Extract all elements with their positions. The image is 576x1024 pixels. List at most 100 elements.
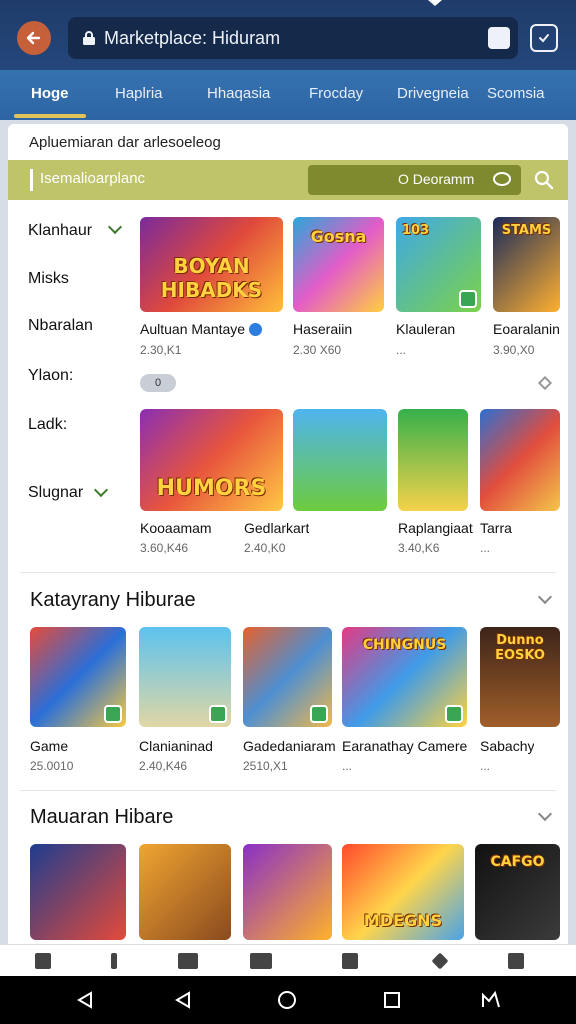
shield-check-icon bbox=[539, 34, 549, 43]
chevron-down-icon[interactable] bbox=[537, 589, 553, 605]
edit-icon[interactable] bbox=[250, 953, 272, 969]
category-ylaon[interactable]: Ylaon: bbox=[28, 367, 73, 385]
game-tile[interactable]: HUMORS bbox=[140, 409, 283, 511]
category-slugnar[interactable]: Slugnar bbox=[28, 484, 83, 502]
game-tile[interactable] bbox=[30, 844, 126, 940]
game-title-text: Aultuan Mantaye bbox=[140, 321, 246, 337]
game-meta: 2.40,K46 bbox=[139, 759, 188, 773]
game-tile[interactable] bbox=[243, 844, 332, 940]
game-title[interactable]: Clanianinad bbox=[139, 738, 213, 754]
url-bar[interactable]: Marketplace: Hiduram bbox=[68, 17, 518, 59]
game-title[interactable]: Gadedaniaram bbox=[243, 738, 336, 754]
game-meta: 2.40,K0 bbox=[244, 541, 286, 555]
game-title[interactable]: Haseraiin bbox=[293, 321, 352, 337]
tab-hhaqasia[interactable]: Hhaqasia bbox=[207, 85, 270, 102]
game-title[interactable]: Raplangiaat bbox=[398, 520, 473, 536]
tab-drivegneia[interactable]: Drivegneia bbox=[397, 85, 469, 102]
game-title[interactable]: Klauleran bbox=[396, 321, 455, 337]
game-art-text: MDEGNS bbox=[363, 911, 443, 930]
badge-icon bbox=[104, 705, 122, 723]
chevron-down-icon[interactable] bbox=[537, 806, 553, 822]
game-meta: 25.0010 bbox=[30, 759, 74, 773]
game-meta: 2.30 X60 bbox=[293, 343, 342, 357]
store-icon[interactable] bbox=[178, 953, 198, 969]
phone-icon[interactable] bbox=[111, 953, 117, 969]
tab-haplria[interactable]: Haplria bbox=[115, 85, 163, 102]
game-meta: 3.90,X0 bbox=[493, 343, 535, 357]
game-meta: 3.40,K6 bbox=[398, 541, 440, 555]
back-triangle-icon[interactable] bbox=[75, 990, 95, 1010]
keyboard-icon[interactable] bbox=[480, 990, 502, 1010]
tab-switch-icon[interactable] bbox=[488, 27, 510, 49]
system-nav-bar bbox=[0, 976, 576, 1024]
category-klanhaur[interactable]: Klanhaur bbox=[28, 222, 92, 240]
tab-scomsia[interactable]: Scomsia bbox=[487, 85, 545, 102]
game-tile[interactable]: CHINGNUS bbox=[342, 627, 467, 727]
game-art-text: HUMORS bbox=[156, 476, 267, 501]
category-ladk[interactable]: Ladk: bbox=[28, 416, 67, 434]
game-art-text: Dunno EOSKO bbox=[495, 633, 545, 663]
game-tile[interactable]: CAFGO bbox=[475, 844, 560, 940]
game-art-text: CHINGNUS bbox=[362, 637, 447, 653]
game-tile[interactable] bbox=[398, 409, 468, 511]
game-tile[interactable]: BOYAN HIBADKS bbox=[140, 217, 283, 312]
download-icon[interactable] bbox=[508, 953, 524, 969]
game-title[interactable]: Earanathay Camere bbox=[342, 738, 467, 754]
game-art-text: CAFGO bbox=[490, 854, 545, 870]
game-tile[interactable] bbox=[293, 409, 387, 511]
game-meta: 2.30,K1 bbox=[140, 343, 182, 357]
marketplace-panel: Apluemiaran dar arlesoeleog Isemalioarpl… bbox=[8, 124, 568, 944]
game-tile[interactable]: 103 bbox=[396, 217, 481, 312]
home-icon[interactable] bbox=[35, 953, 51, 969]
toggle-icon bbox=[493, 172, 511, 186]
game-title[interactable]: Tarra bbox=[480, 520, 512, 536]
game-title[interactable]: Kooaamam bbox=[140, 520, 212, 536]
page-chip[interactable]: 0 bbox=[140, 374, 176, 392]
shield-check-button[interactable] bbox=[530, 24, 558, 52]
category-nbaralan[interactable]: Nbaralan bbox=[28, 317, 93, 335]
game-tile[interactable] bbox=[480, 409, 560, 511]
filter-marker bbox=[30, 169, 33, 191]
archive-icon[interactable] bbox=[342, 953, 358, 969]
home-circle-icon[interactable] bbox=[277, 990, 297, 1010]
badge-icon bbox=[310, 705, 328, 723]
active-tab-indicator bbox=[14, 114, 86, 118]
game-tile[interactable]: MDEGNS bbox=[342, 844, 464, 940]
star-icon[interactable] bbox=[431, 952, 449, 970]
chevron-down-icon[interactable] bbox=[93, 482, 109, 498]
badge-icon bbox=[459, 290, 477, 308]
recents-square-icon[interactable] bbox=[382, 990, 402, 1010]
verified-icon bbox=[248, 323, 262, 336]
tab-frocday[interactable]: Frocday bbox=[309, 85, 363, 102]
game-title[interactable]: Gedlarkart bbox=[244, 520, 309, 536]
game-tile[interactable] bbox=[243, 627, 332, 727]
game-tile[interactable]: STAMS bbox=[493, 217, 560, 312]
game-art-text: STAMS bbox=[501, 223, 552, 238]
game-tile[interactable] bbox=[139, 844, 231, 940]
category-misks[interactable]: Misks bbox=[28, 270, 69, 288]
back-button[interactable] bbox=[17, 21, 51, 55]
game-art-text: Gosna bbox=[310, 227, 367, 246]
filter-dropdown[interactable]: O Deoramm bbox=[308, 165, 521, 195]
game-tile[interactable] bbox=[139, 627, 231, 727]
chevron-down-icon[interactable] bbox=[107, 219, 123, 235]
game-art-text: BOYAN HIBADKS bbox=[160, 254, 263, 302]
game-title[interactable]: Aultuan Mantaye bbox=[140, 321, 290, 337]
search-icon[interactable] bbox=[534, 170, 554, 190]
game-tile[interactable]: Gosna bbox=[293, 217, 384, 312]
game-meta: ... bbox=[480, 541, 491, 555]
game-tile[interactable]: Dunno EOSKO bbox=[480, 627, 560, 727]
game-title[interactable]: Sabachy bbox=[480, 738, 534, 754]
app-description: Apluemiaran dar arlesoeleog bbox=[29, 134, 221, 151]
game-title[interactable]: Eoaralanin bbox=[493, 321, 563, 337]
section-divider bbox=[20, 572, 556, 573]
tab-hoge[interactable]: Hoge bbox=[31, 85, 69, 102]
diamond-icon[interactable] bbox=[537, 375, 553, 391]
app-bottom-nav bbox=[0, 944, 576, 976]
filter-label[interactable]: Isemalioarplanc bbox=[40, 170, 145, 187]
section-title: Mauaran Hibare bbox=[30, 806, 174, 828]
back-triangle-icon[interactable] bbox=[173, 990, 193, 1010]
game-title[interactable]: Game bbox=[30, 738, 68, 754]
game-tile[interactable] bbox=[30, 627, 126, 727]
badge-icon bbox=[209, 705, 227, 723]
